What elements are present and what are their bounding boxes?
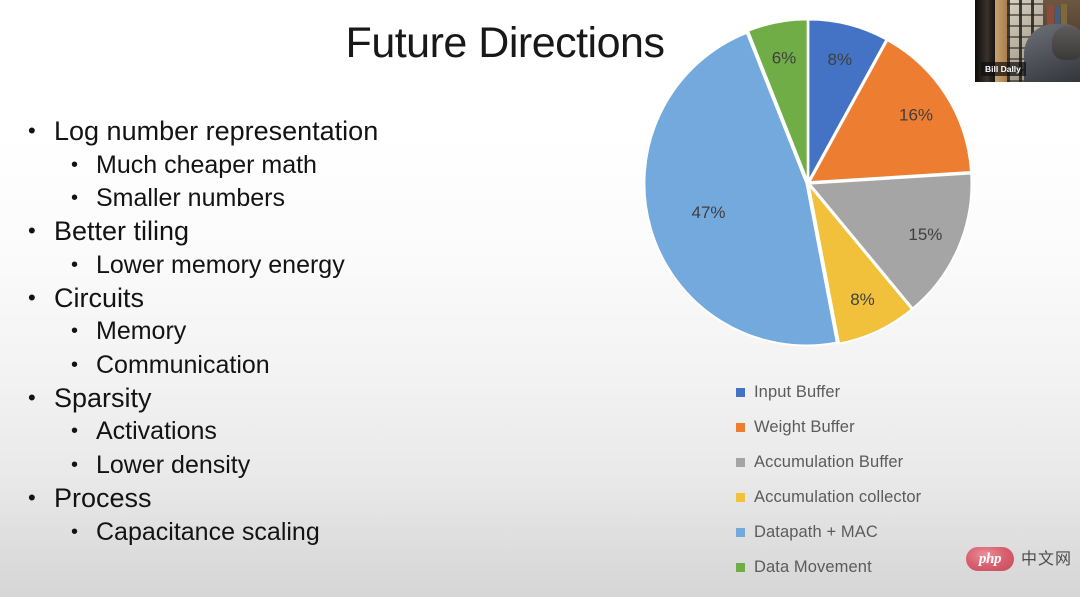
legend-color-swatch-icon: [736, 528, 745, 537]
pie-slice-value-label: 8%: [850, 290, 875, 309]
presentation-slide: Future Directions • Log number representa…: [0, 0, 1080, 597]
bullet-item-level1: • Better tiling: [28, 214, 638, 248]
legend-item: Weight Buffer: [736, 410, 921, 445]
webcam-name-label: Bill Dally: [981, 62, 1026, 76]
bullet-item-level2: • Lower memory energy: [71, 248, 638, 281]
bullet-marker-icon: •: [71, 453, 79, 476]
watermark-site-name: 中文网: [1020, 549, 1072, 568]
legend-color-swatch-icon: [736, 388, 745, 397]
legend-item: Input Buffer: [736, 375, 921, 410]
bullet-text: Better tiling: [54, 216, 190, 247]
bullet-marker-icon: •: [28, 384, 36, 410]
bullet-list: • Log number representation • Much cheaper …: [28, 114, 638, 548]
bullet-item-level2: • Much cheaper math: [71, 148, 638, 181]
bullet-text: Smaller numbers: [96, 183, 285, 212]
legend-item: Data Movement: [736, 550, 921, 585]
bullet-item-level1: • Log number representation: [28, 114, 638, 148]
pie-slice-value-label: 47%: [691, 203, 725, 222]
bullet-text: Communication: [96, 350, 270, 379]
legend-color-swatch-icon: [736, 423, 745, 432]
legend-color-swatch-icon: [736, 458, 745, 467]
bullet-text: Lower density: [96, 450, 251, 479]
bullet-marker-icon: •: [71, 186, 79, 209]
legend-color-swatch-icon: [736, 493, 745, 502]
bullet-item-level2: • Communication: [71, 348, 638, 381]
legend-color-swatch-icon: [736, 563, 745, 572]
webcam-speaker-silhouette: [1024, 24, 1080, 82]
bullet-item-level2: • Memory: [71, 314, 638, 347]
bullet-marker-icon: •: [28, 218, 36, 244]
webcam-book: [1055, 7, 1060, 25]
bullet-text: Log number representation: [54, 116, 379, 146]
bullet-item-level1: • Circuits: [28, 281, 638, 315]
bullet-marker-icon: •: [71, 153, 79, 176]
bullet-text: Lower memory energy: [96, 250, 345, 279]
bullet-marker-icon: •: [28, 284, 36, 310]
pie-slice-group: [643, 18, 973, 347]
bullet-item-level2: • Activations: [71, 414, 638, 447]
pie-chart-svg: 8% 16% 15% 8% 47% 6%: [643, 18, 973, 347]
bullet-item-level1: • Sparsity: [28, 381, 638, 415]
bullet-text: Much cheaper math: [96, 150, 317, 179]
chart-legend: Input Buffer Weight Buffer Accumulation Bu…: [736, 375, 921, 585]
bullet-text: Capacitance scaling: [96, 517, 320, 546]
legend-item: Accumulation collector: [736, 480, 921, 515]
webcam-speaker-head: [1052, 26, 1080, 60]
bullet-marker-icon: •: [71, 520, 79, 543]
pie-slice-value-label: 16%: [899, 105, 933, 124]
bullet-item-level2: • Capacitance scaling: [71, 515, 638, 548]
webcam-book: [1061, 4, 1067, 25]
bullet-text: Process: [54, 483, 152, 514]
pie-slice-value-label: 6%: [772, 48, 797, 67]
watermark-php-logo: php: [965, 547, 1014, 571]
legend-label: Datapath + MAC: [754, 523, 878, 541]
bullet-text: Memory: [96, 317, 187, 346]
pie-chart: 8% 16% 15% 8% 47% 6%: [640, 8, 986, 360]
bullet-text: Sparsity: [54, 382, 152, 413]
bullet-text: Circuits: [54, 282, 145, 313]
bullet-item-level1: • Process: [28, 481, 638, 515]
bullet-marker-icon: •: [71, 253, 79, 276]
webcam-book: [1047, 5, 1054, 25]
bullet-marker-icon: •: [28, 118, 36, 143]
legend-label: Data Movement: [754, 558, 872, 576]
bullet-marker-icon: •: [71, 353, 79, 376]
bullet-item-level2: • Smaller numbers: [71, 181, 638, 214]
bullet-item-level2: • Lower density: [71, 448, 638, 481]
legend-label: Input Buffer: [754, 383, 841, 401]
bullet-text: Activations: [96, 417, 217, 446]
legend-label: Accumulation collector: [754, 488, 922, 506]
legend-item: Accumulation Buffer: [736, 445, 921, 480]
bullet-marker-icon: •: [28, 485, 36, 511]
legend-item: Datapath + MAC: [736, 515, 921, 550]
pie-slice-value-label: 15%: [908, 225, 942, 244]
bullet-marker-icon: •: [71, 420, 79, 443]
pie-slice-value-label: 8%: [828, 50, 853, 69]
legend-label: Weight Buffer: [754, 418, 855, 436]
webcam-video-overlay[interactable]: Bill Dally: [975, 0, 1080, 82]
watermark: php 中文网: [965, 547, 1072, 571]
bullet-marker-icon: •: [71, 320, 79, 343]
legend-label: Accumulation Buffer: [754, 453, 904, 471]
